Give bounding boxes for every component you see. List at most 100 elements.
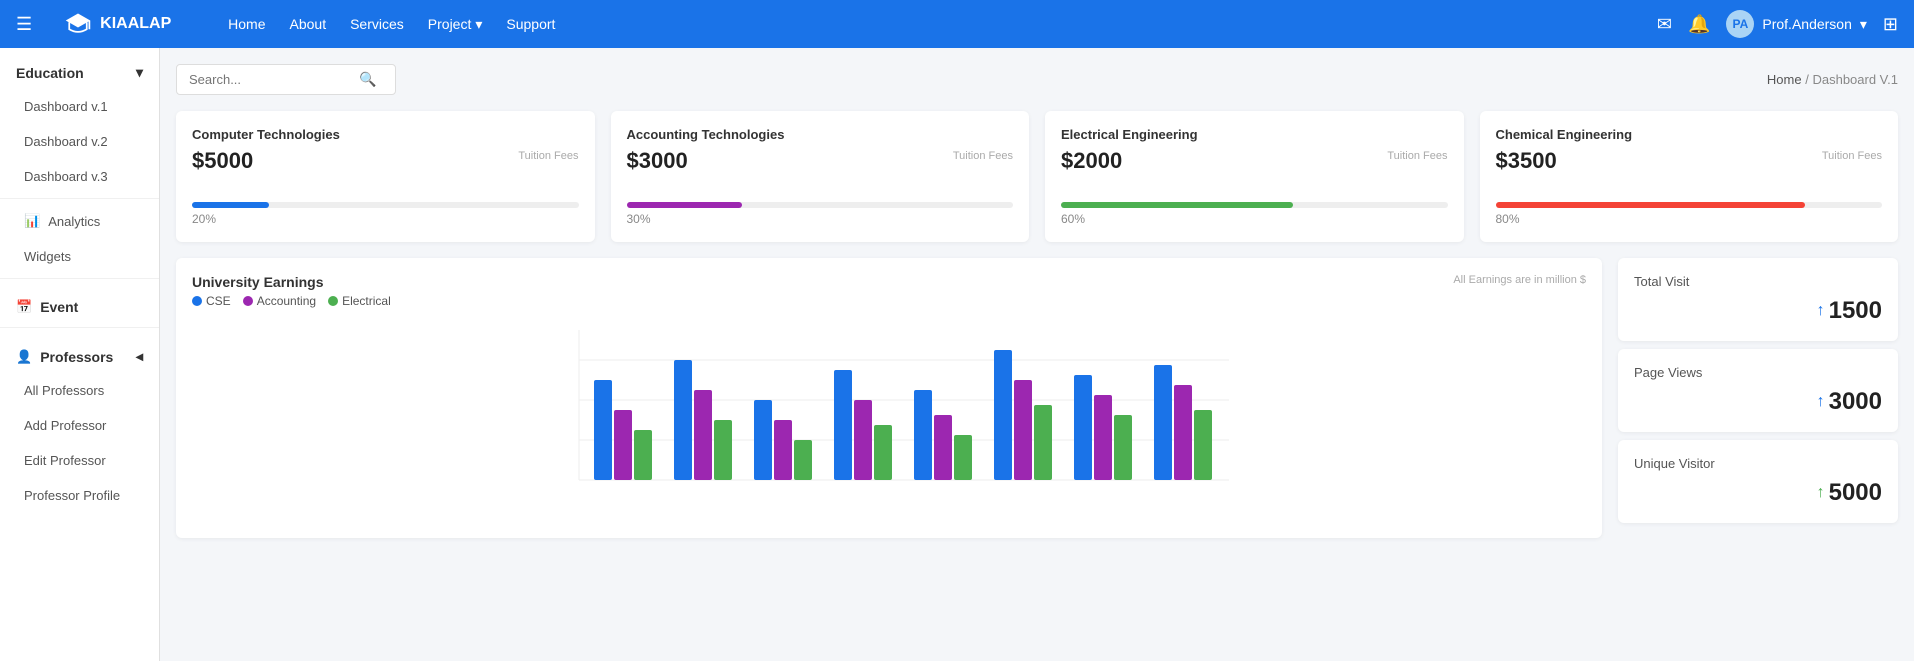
legend-label-accounting: Accounting <box>257 294 316 308</box>
legend-electrical: Electrical <box>328 294 391 308</box>
visit-stat-total: Total Visit ↑ 1500 <box>1618 258 1898 341</box>
sidebar-divider-2 <box>0 278 159 279</box>
breadcrumb: Home / Dashboard V.1 <box>1767 72 1898 87</box>
chart-title-area: University Earnings CSE Accounting <box>192 274 391 308</box>
breadcrumb-current: Dashboard V.1 <box>1812 72 1898 87</box>
sidebar-education-label: Education <box>16 65 84 81</box>
stat-card-label-0: Tuition Fees <box>518 150 578 162</box>
stat-card-label-2: Tuition Fees <box>1387 150 1447 162</box>
sidebar-item-all-professors[interactable]: All Professors <box>0 373 159 408</box>
sidebar-item-label: Dashboard v.1 <box>24 99 108 114</box>
nav-home[interactable]: Home <box>228 16 265 33</box>
bottom-row: University Earnings CSE Accounting <box>176 258 1898 538</box>
arrow-up-icon-0: ↑ <box>1817 302 1825 320</box>
event-icon: 📅 <box>16 299 32 315</box>
arrow-up-icon-2: ↑ <box>1817 484 1825 502</box>
arrow-up-icon-1: ↑ <box>1817 393 1825 411</box>
nav-links: Home About Services Project ▾ Support <box>228 16 1633 33</box>
sidebar-item-professor-profile[interactable]: Professor Profile <box>0 478 159 513</box>
sidebar-event-label: Event <box>40 299 143 315</box>
logo-icon <box>64 10 92 38</box>
sidebar-professors-label: Professors <box>40 349 136 365</box>
nav-right: ✉ 🔔 PA Prof.Anderson ▾ ⊞ <box>1657 10 1898 38</box>
visit-stat-value-1: ↑ 3000 <box>1634 388 1882 416</box>
stat-card-bar-wrap-0 <box>192 202 579 208</box>
stat-card-label-1: Tuition Fees <box>953 150 1013 162</box>
sidebar-item-label: Analytics <box>48 214 100 229</box>
chart-subtitle: All Earnings are in million $ <box>1453 274 1586 286</box>
stat-card-pct-1: 30% <box>627 212 1014 226</box>
visit-stats-side: Total Visit ↑ 1500 Page Views ↑ 3000 Uni… <box>1618 258 1898 538</box>
chart-svg <box>192 320 1586 500</box>
sidebar: Education ▾ Dashboard v.1 Dashboard v.2 … <box>0 48 160 661</box>
grid-icon[interactable]: ⊞ <box>1883 14 1898 35</box>
stat-card-1: Accounting Technologies $3000 Tuition Fe… <box>611 111 1030 242</box>
nav-project[interactable]: Project ▾ <box>428 16 483 33</box>
visit-stat-value-2: ↑ 5000 <box>1634 479 1882 507</box>
sidebar-item-add-professor[interactable]: Add Professor <box>0 408 159 443</box>
nav-services[interactable]: Services <box>350 16 404 33</box>
analytics-icon: 📊 <box>24 213 40 229</box>
stat-card-title-1: Accounting Technologies <box>627 127 1014 142</box>
visit-stat-number-2: 5000 <box>1829 479 1882 507</box>
chart-card: University Earnings CSE Accounting <box>176 258 1602 538</box>
sidebar-education-header[interactable]: Education ▾ <box>0 48 159 89</box>
sidebar-item-dashboard-v1[interactable]: Dashboard v.1 <box>0 89 159 124</box>
legend-accounting: Accounting <box>243 294 316 308</box>
avatar: PA <box>1726 10 1754 38</box>
sidebar-item-label: Edit Professor <box>24 453 106 468</box>
stat-card-pct-2: 60% <box>1061 212 1448 226</box>
sidebar-item-label: All Professors <box>24 383 104 398</box>
nav-about[interactable]: About <box>290 16 327 33</box>
stats-row: Computer Technologies $5000 Tuition Fees… <box>176 111 1898 242</box>
stat-card-2: Electrical Engineering $2000 Tuition Fee… <box>1045 111 1464 242</box>
search-input[interactable] <box>189 72 359 87</box>
logo-area: KIAALAP <box>64 10 204 38</box>
user-menu[interactable]: PA Prof.Anderson ▾ <box>1726 10 1867 38</box>
sidebar-education-chevron: ▾ <box>136 64 143 81</box>
sidebar-divider-3 <box>0 327 159 328</box>
stat-card-title-2: Electrical Engineering <box>1061 127 1448 142</box>
chart-title: University Earnings <box>192 274 391 290</box>
search-icon: 🔍 <box>359 71 376 88</box>
chart-card-header: University Earnings CSE Accounting <box>192 274 1586 308</box>
sidebar-item-widgets[interactable]: Widgets <box>0 239 159 274</box>
sidebar-item-label: Dashboard v.2 <box>24 134 108 149</box>
brand-name: KIAALAP <box>100 15 171 33</box>
sidebar-event-header[interactable]: 📅 Event <box>0 283 159 323</box>
hamburger-button[interactable]: ☰ <box>16 14 32 35</box>
stat-card-pct-3: 80% <box>1496 212 1883 226</box>
sidebar-item-analytics[interactable]: 📊 Analytics <box>0 203 159 239</box>
bell-icon[interactable]: 🔔 <box>1688 14 1710 35</box>
visit-stat-title-0: Total Visit <box>1634 274 1882 289</box>
sidebar-professors-header[interactable]: 👤 Professors ◂ <box>0 332 159 373</box>
stat-card-bar-wrap-2 <box>1061 202 1448 208</box>
stat-card-title-3: Chemical Engineering <box>1496 127 1883 142</box>
stat-card-bar-1 <box>627 202 743 208</box>
stat-card-title-0: Computer Technologies <box>192 127 579 142</box>
search-input-wrap[interactable]: 🔍 <box>176 64 396 95</box>
stat-card-0: Computer Technologies $5000 Tuition Fees… <box>176 111 595 242</box>
sidebar-item-label: Add Professor <box>24 418 106 433</box>
stat-card-bar-wrap-1 <box>627 202 1014 208</box>
sidebar-item-dashboard-v3[interactable]: Dashboard v.3 <box>0 159 159 194</box>
main-content: 🔍 Home / Dashboard V.1 Computer Technolo… <box>160 48 1914 661</box>
stat-card-bar-0 <box>192 202 269 208</box>
user-dropdown-icon: ▾ <box>1860 16 1867 33</box>
main-layout: Education ▾ Dashboard v.1 Dashboard v.2 … <box>0 48 1914 661</box>
breadcrumb-home[interactable]: Home <box>1767 72 1802 87</box>
visit-stat-unique: Unique Visitor ↑ 5000 <box>1618 440 1898 523</box>
chart-legend: CSE Accounting Electrical <box>192 294 391 308</box>
stat-card-label-3: Tuition Fees <box>1822 150 1882 162</box>
stat-card-bar-wrap-3 <box>1496 202 1883 208</box>
sidebar-item-edit-professor[interactable]: Edit Professor <box>0 443 159 478</box>
username: Prof.Anderson <box>1762 16 1852 32</box>
visit-stat-title-2: Unique Visitor <box>1634 456 1882 471</box>
search-bar-row: 🔍 Home / Dashboard V.1 <box>176 64 1898 95</box>
visit-stat-number-1: 3000 <box>1829 388 1882 416</box>
mail-icon[interactable]: ✉ <box>1657 14 1672 35</box>
nav-support[interactable]: Support <box>506 16 555 33</box>
sidebar-item-dashboard-v2[interactable]: Dashboard v.2 <box>0 124 159 159</box>
sidebar-divider <box>0 198 159 199</box>
visit-stat-value-0: ↑ 1500 <box>1634 297 1882 325</box>
